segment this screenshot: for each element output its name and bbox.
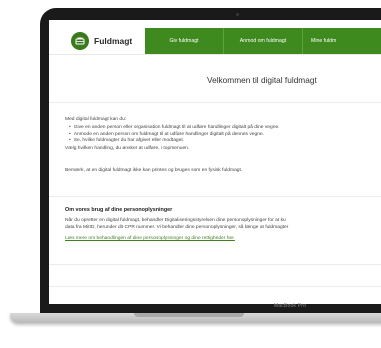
site-header: Fuldmagt Giv fuldmagt Anmod om fuldmagt … [49, 28, 381, 54]
footer-divider [49, 286, 381, 287]
intro-text: Med digital fuldmagt kan du: [65, 117, 127, 122]
personal-data-link[interactable]: Læs mere om behandlingen af dine persono… [65, 236, 235, 241]
device-model-label: MacBook Pro [273, 303, 307, 309]
laptop-base-notch [134, 313, 244, 317]
header-divider [49, 54, 381, 55]
browser-viewport: Fuldmagt Giv fuldmagt Anmod om fuldmagt … [49, 20, 381, 304]
camera-icon [236, 13, 239, 16]
brand-logo[interactable]: Fuldmagt [49, 28, 145, 54]
page-title: Velkommen til digital fuldmagt [207, 75, 317, 85]
nav-my-powers-of-attorney[interactable]: Mine fuldm [303, 28, 381, 54]
fuldmagt-logo-icon [71, 32, 89, 50]
nav-request-power-of-attorney[interactable]: Anmod om fuldmagt [224, 28, 303, 54]
instruction-text: Vælg hvilken handling, du ønsker at udfø… [65, 146, 190, 151]
list-item: Se, hvilke fuldmagter du har afgivet ell… [69, 138, 280, 145]
title-divider [49, 102, 381, 103]
list-item: Give en anden person eller organisation … [69, 125, 280, 132]
brand-name: Fuldmagt [94, 36, 133, 46]
personal-data-heading: Om vores brug af dine personoplysninger [65, 207, 173, 213]
section-divider [49, 196, 381, 197]
nav-give-power-of-attorney[interactable]: Giv fuldmagt [145, 28, 224, 54]
personal-data-text: Når du opretter en digital fuldmagt, beh… [65, 218, 286, 223]
feature-list: Give en anden person eller organisation … [69, 125, 280, 145]
main-nav: Giv fuldmagt Anmod om fuldmagt Mine fuld… [145, 28, 381, 54]
note-text: Bemærk, at en digital fuldmagt ikke kan … [65, 168, 243, 173]
footer-divider [49, 264, 381, 265]
personal-data-text: data fra MitID, herunder dit CPR nummer.… [65, 225, 289, 230]
laptop-mockup: Fuldmagt Giv fuldmagt Anmod om fuldmagt … [0, 0, 381, 348]
